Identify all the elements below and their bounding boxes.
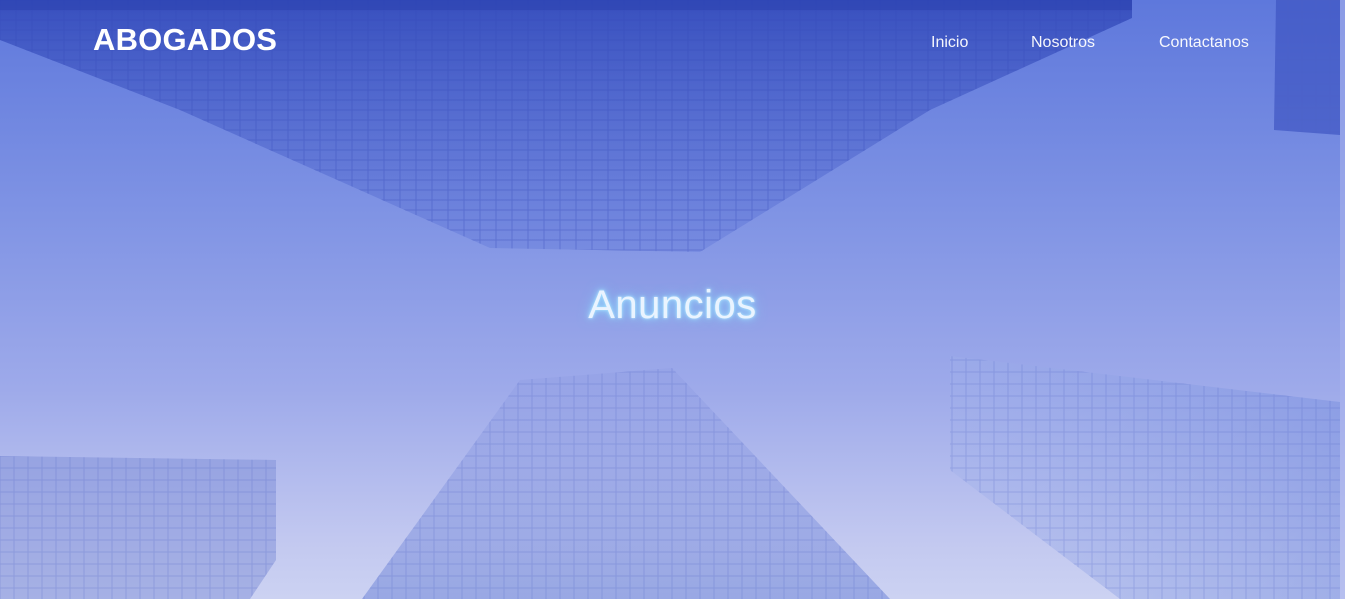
top-navbar: ABOGADOS Inicio Nosotros Contactanos	[0, 0, 1345, 84]
nav-link-nosotros[interactable]: Nosotros	[1031, 34, 1095, 52]
hero-section: ABOGADOS Inicio Nosotros Contactanos Anu…	[0, 0, 1345, 599]
nav-link-inicio[interactable]: Inicio	[931, 34, 968, 52]
nav-link-contactanos[interactable]: Contactanos	[1159, 34, 1249, 52]
hero-title: Anuncios	[588, 283, 757, 327]
brand-logo-link[interactable]: ABOGADOS	[93, 22, 277, 58]
